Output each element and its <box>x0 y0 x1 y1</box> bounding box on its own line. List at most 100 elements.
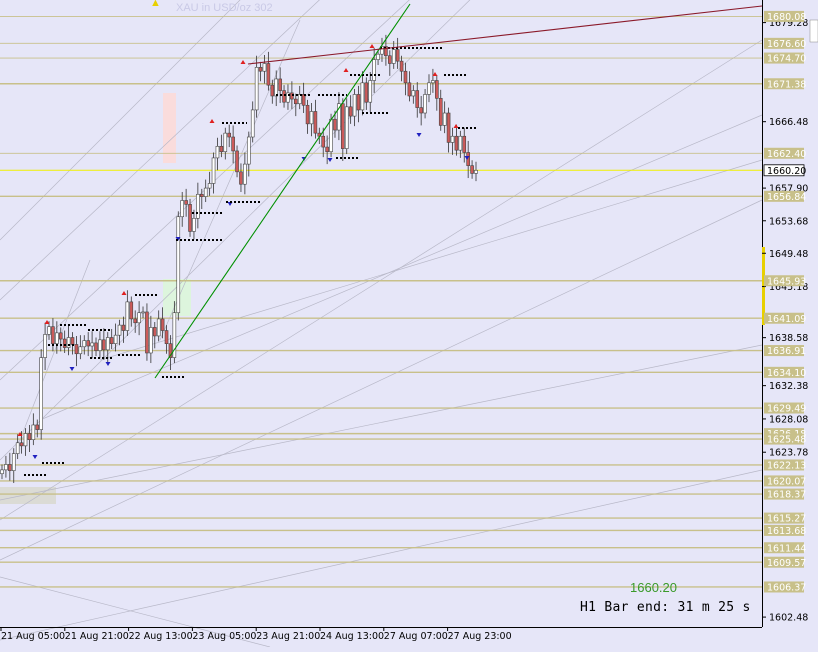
candle-body <box>55 332 59 344</box>
candle-body <box>70 337 75 345</box>
supply-zone <box>163 93 176 163</box>
candle-body <box>246 136 251 165</box>
y-tick-label: 1623.78 <box>769 448 808 459</box>
candle-body <box>278 78 282 91</box>
candle-body <box>188 204 192 232</box>
level-price-label: 1674.70 <box>767 54 806 65</box>
candle-body <box>474 169 478 174</box>
candle-body <box>309 111 314 125</box>
candle-body <box>184 200 188 205</box>
candle-body <box>450 135 455 143</box>
candle-body <box>27 433 32 440</box>
x-tick-label: 21 Aug 05:00 <box>1 631 65 642</box>
candle-body <box>352 94 357 117</box>
fractal-up-marker <box>121 291 127 295</box>
candle-body <box>407 82 412 97</box>
candle-body <box>239 171 243 185</box>
fractal-up-marker <box>453 124 459 128</box>
current-price-label: 1660.20 <box>767 166 806 177</box>
candle-body <box>58 332 63 340</box>
candle-body <box>301 94 306 106</box>
candle-body <box>215 146 220 159</box>
candle-body <box>199 193 204 197</box>
candle-body <box>133 318 137 324</box>
candle-body <box>39 357 43 430</box>
fan-line <box>0 199 763 561</box>
candle-body <box>102 339 106 351</box>
resistance-trend-line <box>247 5 763 65</box>
chart-window[interactable]: 1679.28 1666.48 1657.90 1653.68 1649.48 1645.… <box>0 0 818 648</box>
candle-body <box>254 67 259 111</box>
candle-body <box>356 94 361 111</box>
candle-body <box>419 107 423 114</box>
candle-body <box>395 49 400 62</box>
candle-body <box>137 312 141 324</box>
x-tick-label: 23 Aug 05:00 <box>192 631 256 642</box>
level-price-label: 1634.10 <box>767 368 806 379</box>
candle-body <box>219 146 224 153</box>
x-tick-label: 21 Aug 21:00 <box>65 631 129 642</box>
candle-body <box>341 103 345 149</box>
candle-body <box>458 135 463 151</box>
level-price-label: 1606.37 <box>767 583 806 594</box>
candle-body <box>348 106 353 117</box>
y-tick-label: 1666.48 <box>769 117 808 128</box>
zones-layer <box>0 93 191 504</box>
candle-body <box>152 327 157 337</box>
candle-body <box>66 337 71 348</box>
candle-body <box>270 84 275 97</box>
price-chart[interactable]: 1679.281666.481657.901653.681649.481645.… <box>0 0 818 648</box>
candle-body <box>305 104 310 125</box>
x-tick-label: 22 Aug 13:00 <box>129 631 193 642</box>
candle-body <box>94 342 98 351</box>
candle-body <box>423 94 427 114</box>
candle-body <box>203 187 208 197</box>
level-price-label: 1611.44 <box>767 543 806 554</box>
range-zone <box>0 487 56 504</box>
candle-body <box>274 78 279 97</box>
candles-layer <box>0 34 478 484</box>
candle-body <box>427 82 431 95</box>
candle-body <box>442 112 447 126</box>
candle-body <box>462 135 467 153</box>
candle-body <box>74 344 79 355</box>
candle-body <box>388 55 392 64</box>
candle-body <box>51 326 55 344</box>
y-tick-label: 1649.48 <box>769 249 808 260</box>
candle-body <box>98 339 102 351</box>
candle-body <box>105 337 110 351</box>
level-price-label: 1680.08 <box>767 12 806 23</box>
level-price-label: 1613.68 <box>767 526 806 537</box>
candle-body <box>446 112 451 143</box>
scroll-handle[interactable] <box>809 19 818 43</box>
candle-body <box>415 90 420 108</box>
x-tick-label: 27 Aug 07:00 <box>384 631 448 642</box>
level-price-label: 1671.38 <box>767 79 806 90</box>
bar-timer: H1 Bar end: 31 m 25 s <box>580 600 751 615</box>
candle-body <box>266 63 271 86</box>
candle-body <box>15 442 20 454</box>
y-tick-label: 1628.08 <box>769 414 808 425</box>
candle-body <box>164 330 169 344</box>
candle-body <box>243 163 247 185</box>
candle-body <box>141 311 145 314</box>
candle-body <box>368 80 373 103</box>
level-price-label: 1622.13 <box>767 461 806 472</box>
candle-body <box>8 464 12 471</box>
candle-body <box>113 334 118 344</box>
candle-body <box>231 136 235 152</box>
level-price-label: 1620.07 <box>767 477 806 488</box>
candle-body <box>282 90 286 103</box>
candle-body <box>391 49 396 64</box>
candle-body <box>35 424 40 430</box>
candle-body <box>0 469 4 475</box>
x-tick-label: 27 Aug 23:00 <box>448 631 512 642</box>
candle-body <box>325 146 329 153</box>
candle-body <box>19 442 24 447</box>
level-price-label: 1656.84 <box>767 192 806 203</box>
candle-body <box>211 157 216 184</box>
fractal-up-marker <box>369 44 375 48</box>
candle-body <box>47 326 51 335</box>
fan-line <box>0 39 763 521</box>
candle-body <box>43 334 47 358</box>
